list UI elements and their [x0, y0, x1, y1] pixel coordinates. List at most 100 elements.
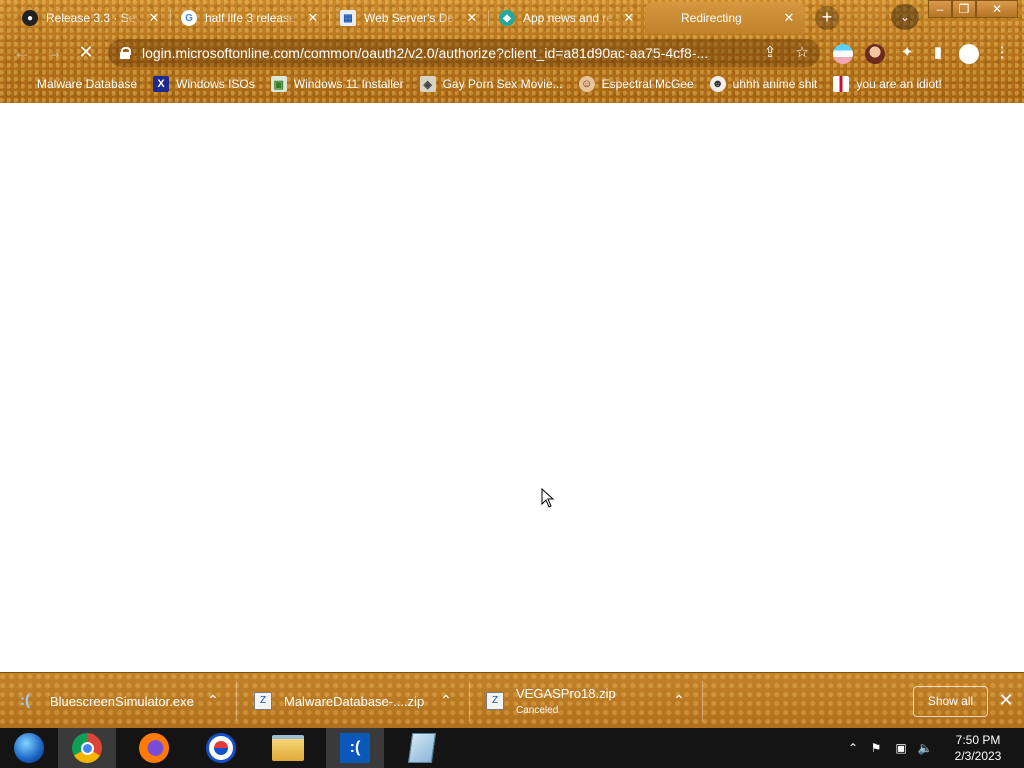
bookmarks-bar: Malware Database X Windows ISOs ▣ Window…: [0, 72, 1024, 96]
chevron-up-icon[interactable]: ⌃: [202, 692, 224, 709]
bookmark-anime[interactable]: ☻ uhhh anime shit: [709, 76, 818, 92]
file-explorer-icon: [272, 735, 304, 761]
share-icon[interactable]: ⇪: [760, 43, 780, 63]
download-item-vegas-pro[interactable]: Z VEGASPro18.zip Canceled: [486, 681, 616, 721]
side-panel-icon[interactable]: ▮: [928, 43, 948, 63]
arrow-left-icon: ←: [13, 42, 31, 62]
volume-icon[interactable]: 🔈: [917, 740, 933, 756]
lock-icon[interactable]: [120, 47, 131, 59]
taskbar-bluescreen[interactable]: :(: [326, 728, 384, 768]
tab-title: Release 3.3 · Seve: [46, 11, 140, 25]
taskbar-file-explorer[interactable]: [259, 728, 317, 768]
tab-strip: ● Release 3.3 · Seve ✕ G half life 3 rel…: [0, 0, 1024, 34]
bookmark-label: Malware Database: [37, 77, 138, 91]
page-viewport: [0, 103, 1024, 672]
tab-web-server[interactable]: ▦ Web Server's De ✕: [330, 2, 488, 34]
tab-title: App news and revi: [523, 11, 615, 25]
download-item-bluescreen[interactable]: :( BluescreenSimulator.exe: [20, 681, 194, 721]
close-download-shelf-button[interactable]: ✕: [996, 690, 1016, 710]
download-separator: [469, 681, 470, 721]
close-icon: ✕: [78, 42, 94, 62]
chevron-up-icon[interactable]: ⌃: [435, 692, 457, 709]
close-icon[interactable]: ✕: [781, 10, 797, 26]
close-window-button[interactable]: ✕: [976, 0, 1018, 18]
taskbar-opera[interactable]: [192, 728, 250, 768]
bookmark-you-are-an-idiot[interactable]: you are an idiot!: [833, 76, 942, 92]
tab-title: half life 3 release: [205, 11, 296, 25]
x-icon: X: [153, 76, 170, 92]
profile-icon[interactable]: [959, 44, 979, 64]
bookmark-icon: ◈: [419, 76, 436, 92]
more-menu-icon[interactable]: ⋮: [992, 43, 1012, 63]
bookmark-movie[interactable]: ◈ Gay Porn Sex Movie...: [419, 76, 563, 92]
close-icon: ✕: [998, 690, 1014, 710]
close-icon[interactable]: ✕: [464, 10, 480, 26]
bookmark-windows-isos[interactable]: X Windows ISOs: [153, 76, 255, 92]
bookmark-label: Windows ISOs: [176, 77, 255, 91]
flag-icon: [833, 76, 850, 92]
tab-search-button[interactable]: ⌄: [891, 4, 919, 30]
address-bar[interactable]: login.microsoftonline.com/common/oauth2/…: [108, 39, 820, 67]
zip-icon: Z: [486, 692, 504, 710]
bookmark-label: uhhh anime shit: [732, 77, 818, 91]
opera-icon: [206, 733, 236, 763]
download-name: MalwareDatabase-....zip: [284, 693, 425, 709]
clock-time: 7:50 PM: [955, 733, 1001, 747]
image-icon: ▣: [270, 76, 287, 92]
zip-icon: Z: [254, 692, 272, 710]
bookmark-label: Espectral McGee: [601, 77, 694, 91]
app-store-icon: ◆: [499, 10, 515, 26]
extension-avatar-icon[interactable]: [865, 44, 885, 64]
show-hidden-icons-icon[interactable]: ⌃: [845, 740, 861, 756]
tab-release[interactable]: ● Release 3.3 · Seve ✕: [12, 2, 170, 34]
close-icon[interactable]: ✕: [621, 10, 637, 26]
chevron-up-icon[interactable]: ⌃: [668, 692, 690, 709]
google-icon: G: [181, 10, 197, 26]
puzzle-icon[interactable]: ✦: [897, 43, 917, 63]
windows-taskbar: :( ⌃ ⚑ ▣ 🔈 7:50 PM 2/3/2023: [0, 728, 1024, 768]
web-server-icon: ▦: [340, 10, 356, 26]
restore-button[interactable]: ❐: [952, 0, 976, 18]
back-button[interactable]: ←: [10, 42, 34, 64]
new-tab-button[interactable]: +: [815, 6, 839, 30]
download-name: BluescreenSimulator.exe: [50, 693, 194, 709]
tab-app-news[interactable]: ◆ App news and revi ✕: [489, 2, 645, 34]
system-clock[interactable]: 7:50 PM 2/3/2023: [946, 732, 1010, 764]
browser-toolbar: ← → ✕ login.microsoftonline.com/common/o…: [0, 36, 1024, 70]
bookmark-label: Gay Porn Sex Movie...: [442, 77, 563, 91]
github-icon: ●: [22, 10, 38, 26]
bookmark-label: you are an idiot!: [856, 77, 942, 91]
taskbar-firefox[interactable]: [125, 728, 183, 768]
start-button[interactable]: [0, 728, 58, 768]
clock-date: 2/3/2023: [954, 749, 1002, 763]
extension-icon[interactable]: [833, 44, 853, 64]
taskbar-notepad[interactable]: [393, 728, 451, 768]
bookmark-malware-database[interactable]: Malware Database: [14, 76, 137, 92]
url-text[interactable]: login.microsoftonline.com/common/oauth2/…: [142, 45, 747, 61]
action-center-flag-icon[interactable]: ⚑: [868, 740, 884, 756]
stop-loading-button[interactable]: ✕: [74, 42, 98, 64]
download-shelf: :( BluescreenSimulator.exe ⌃ Z MalwareDa…: [0, 672, 1024, 728]
chevron-down-icon: ⌄: [899, 10, 911, 24]
close-icon[interactable]: ✕: [305, 10, 321, 26]
download-item-malware-database[interactable]: Z MalwareDatabase-....zip: [254, 681, 424, 721]
show-all-downloads-button[interactable]: Show all: [913, 686, 988, 717]
download-name: VEGASPro18.zip: [516, 686, 616, 701]
firefox-icon: [139, 733, 169, 763]
forward-button[interactable]: →: [42, 42, 66, 64]
bookmark-windows-11-installer[interactable]: ▣ Windows 11 Installer: [270, 76, 404, 92]
star-icon[interactable]: ☆: [792, 43, 812, 63]
close-icon[interactable]: ✕: [146, 10, 162, 26]
minimize-button[interactable]: –: [928, 0, 952, 18]
avatar-icon: ☺: [578, 76, 595, 92]
download-status: Canceled: [516, 705, 559, 716]
malware-icon: [14, 76, 30, 92]
tab-google-search[interactable]: G half life 3 release ✕: [171, 2, 329, 34]
browser-frame: ● Release 3.3 · Seve ✕ G half life 3 rel…: [0, 0, 1024, 103]
network-icon[interactable]: ▣: [893, 740, 909, 756]
tab-title: Web Server's De: [364, 11, 455, 25]
tab-redirecting[interactable]: Redirecting ✕: [645, 2, 805, 34]
bookmark-label: Windows 11 Installer: [293, 77, 404, 91]
bookmark-espectral-mcgee[interactable]: ☺ Espectral McGee: [578, 76, 694, 92]
taskbar-chrome[interactable]: [58, 728, 116, 768]
